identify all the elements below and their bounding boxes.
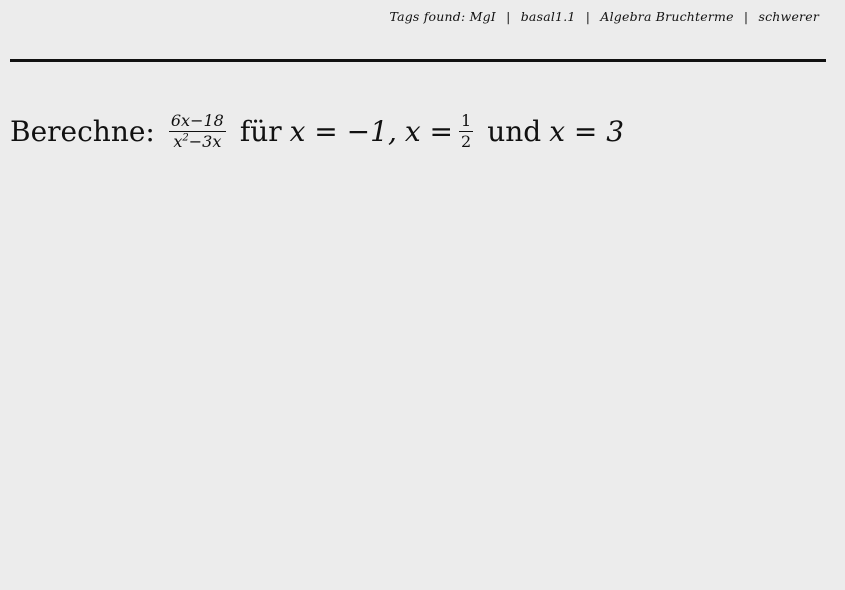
for-word: für bbox=[239, 114, 282, 148]
and-word: und bbox=[487, 114, 542, 148]
fraction-numerator: 6x−18 bbox=[168, 111, 226, 132]
tag-item: basal1.1 bbox=[520, 9, 576, 24]
tag-separator: | bbox=[585, 9, 591, 24]
denominator-base: x bbox=[173, 131, 183, 151]
task-prefix: Berechne: bbox=[10, 114, 155, 148]
tag-item: schwerer bbox=[758, 9, 819, 24]
half-denominator: 2 bbox=[461, 131, 472, 151]
header-rule bbox=[10, 59, 826, 62]
value-3: x = 3 bbox=[549, 114, 625, 148]
value-1: x = −1, bbox=[289, 114, 397, 148]
half-fraction: 1 2 bbox=[459, 111, 474, 151]
denominator-rest: −3x bbox=[188, 131, 222, 151]
tag-separator: | bbox=[506, 9, 511, 24]
tag-item: MgI bbox=[469, 9, 496, 24]
half-numerator: 1 bbox=[459, 111, 474, 132]
tags-label: Tags found: bbox=[389, 9, 466, 24]
tags-line: Tags found: MgI | basal1.1 | Algebra Bru… bbox=[390, 9, 819, 24]
main-fraction: 6x−18 x2−3x bbox=[168, 111, 226, 151]
value-2-lhs: x = bbox=[404, 114, 453, 148]
tag-item: Algebra Bruchterme bbox=[600, 9, 734, 24]
tag-separator: | bbox=[743, 9, 749, 24]
fraction-denominator: x2−3x bbox=[171, 132, 223, 151]
task-statement: Berechne: 6x−18 x2−3x für x = −1, x = 1 … bbox=[10, 112, 624, 150]
